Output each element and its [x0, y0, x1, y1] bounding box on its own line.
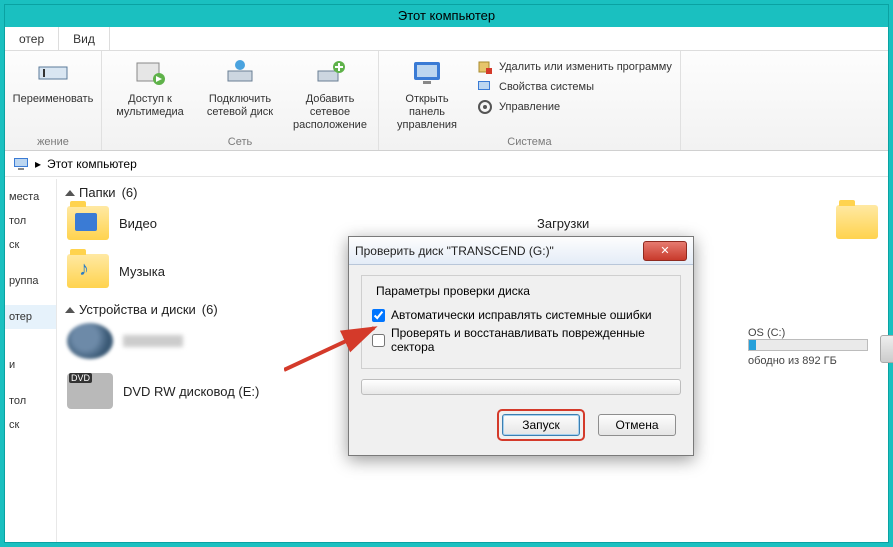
blurred-label	[123, 335, 183, 347]
folder-label: Загрузки	[537, 216, 589, 231]
sidebar-item[interactable]	[5, 377, 56, 389]
collapse-icon	[65, 190, 75, 196]
dialog-title: Проверить диск "TRANSCEND (G:)"	[355, 244, 643, 258]
folder-icon	[67, 206, 109, 240]
auto-fix-input[interactable]	[372, 309, 385, 322]
add-network-icon	[314, 57, 346, 89]
drive-os-label: OS (C:)	[748, 327, 868, 339]
hdd-icon	[880, 335, 893, 363]
auto-fix-checkbox[interactable]: Автоматически исправлять системные ошибк…	[372, 308, 670, 322]
auto-fix-label: Автоматически исправлять системные ошибк…	[391, 308, 652, 322]
close-icon: ✕	[660, 244, 669, 257]
add-network-label: Добавить сетевое расположение	[290, 93, 370, 133]
device-icon	[67, 323, 113, 359]
breadcrumb[interactable]: ▸ Этот компьютер	[5, 151, 888, 177]
network-drive-icon	[224, 57, 256, 89]
system-props-button[interactable]: Свойства системы	[477, 79, 672, 95]
window-titlebar: Этот компьютер	[5, 5, 888, 27]
media-label: Доступ к мультимедиа	[110, 93, 190, 119]
folder-video[interactable]: Видео	[67, 206, 157, 240]
dialog-titlebar[interactable]: Проверить диск "TRANSCEND (G:)" ✕	[349, 237, 693, 265]
tab-view[interactable]: Вид	[59, 27, 110, 50]
sidebar-item-selected[interactable]: отер	[5, 305, 56, 329]
breadcrumb-sep: ▸	[35, 157, 41, 171]
add-network-button[interactable]: Добавить сетевое расположение	[290, 55, 370, 133]
ribbon-group-org-label: жение	[13, 136, 93, 148]
close-button[interactable]: ✕	[643, 241, 687, 261]
folders-count: (6)	[122, 185, 138, 200]
collapse-icon	[65, 307, 75, 313]
folder-generic[interactable]	[836, 205, 878, 239]
scan-sectors-checkbox[interactable]: Проверять и восстанавливать поврежденные…	[372, 326, 670, 354]
sidebar-item[interactable]: места	[5, 185, 56, 209]
sidebar-item[interactable]: ск	[5, 233, 56, 257]
sidebar-item[interactable]	[5, 341, 56, 353]
scan-sectors-input[interactable]	[372, 334, 385, 347]
system-props-icon	[477, 79, 493, 95]
sidebar-item[interactable]	[5, 257, 56, 269]
sidebar-item[interactable]: тол	[5, 389, 56, 413]
manage-button[interactable]: Управление	[477, 99, 672, 115]
media-access-button[interactable]: Доступ к мультимедиа	[110, 55, 190, 119]
folder-downloads[interactable]: Загрузки	[537, 206, 589, 240]
control-panel-button[interactable]: Открыть панель управления	[387, 55, 467, 133]
uninstall-button[interactable]: Удалить или изменить программу	[477, 59, 672, 75]
cancel-button[interactable]: Отмена	[598, 414, 676, 436]
rename-icon	[37, 57, 69, 89]
ribbon-tabs: отер Вид	[5, 27, 888, 51]
scan-sectors-label: Проверять и восстанавливать поврежденные…	[391, 326, 670, 354]
ribbon-group-net-label: Сеть	[110, 136, 370, 148]
device-blurred[interactable]	[67, 323, 183, 359]
drive-os-free: ободно из 892 ГБ	[748, 355, 868, 367]
sidebar-item[interactable]: ск	[5, 413, 56, 437]
device-dvd[interactable]: DVD RW дисковод (E:)	[67, 373, 259, 409]
devices-count: (6)	[202, 302, 218, 317]
control-panel-icon	[411, 57, 443, 89]
start-button[interactable]: Запуск	[502, 414, 580, 436]
manage-label: Управление	[499, 101, 560, 113]
folder-music[interactable]: Музыка	[67, 254, 165, 288]
ribbon-group-sys-label: Система	[387, 136, 672, 148]
sidebar-item[interactable]: и	[5, 353, 56, 377]
storage-bar	[748, 339, 868, 351]
folders-section-header[interactable]: Папки (6)	[67, 185, 878, 200]
sidebar-item[interactable]	[5, 329, 56, 341]
system-props-label: Свойства системы	[499, 81, 594, 93]
folder-label: Музыка	[119, 264, 165, 279]
sidebar-item[interactable]	[5, 293, 56, 305]
dvd-icon	[67, 373, 113, 409]
folder-icon	[67, 254, 109, 288]
progress-bar	[361, 379, 681, 395]
devices-label: Устройства и диски	[79, 302, 196, 317]
sidebar-item[interactable]: тол	[5, 209, 56, 233]
folders-label: Папки	[79, 185, 116, 200]
sidebar-item[interactable]: руппа	[5, 269, 56, 293]
start-button-highlight: Запуск	[497, 409, 585, 441]
media-icon	[134, 57, 166, 89]
drive-os[interactable]: OS (C:) ободно из 892 ГБ	[748, 327, 868, 367]
nav-sidebar: места тол ск руппа отер и тол ск	[5, 179, 57, 542]
tab-file[interactable]: отер	[5, 27, 59, 50]
check-disk-dialog: Проверить диск "TRANSCEND (G:)" ✕ Параме…	[348, 236, 694, 456]
device-label: DVD RW дисковод (E:)	[123, 384, 259, 399]
rename-label: Переименовать	[13, 93, 94, 106]
breadcrumb-root[interactable]: Этот компьютер	[47, 157, 137, 171]
map-drive-button[interactable]: Подключить сетевой диск	[200, 55, 280, 119]
control-panel-label: Открыть панель управления	[387, 93, 467, 133]
manage-icon	[477, 99, 493, 115]
options-group: Параметры проверки диска Автоматически и…	[361, 275, 681, 369]
uninstall-label: Удалить или изменить программу	[499, 61, 672, 73]
rename-button[interactable]: Переименовать	[13, 55, 93, 106]
folder-label: Видео	[119, 216, 157, 231]
ribbon: Переименовать жение Доступ к мультимедиа…	[5, 51, 888, 151]
map-drive-label: Подключить сетевой диск	[200, 93, 280, 119]
computer-icon	[13, 156, 29, 172]
options-group-label: Параметры проверки диска	[372, 284, 534, 298]
folder-icon	[836, 205, 878, 239]
uninstall-icon	[477, 59, 493, 75]
